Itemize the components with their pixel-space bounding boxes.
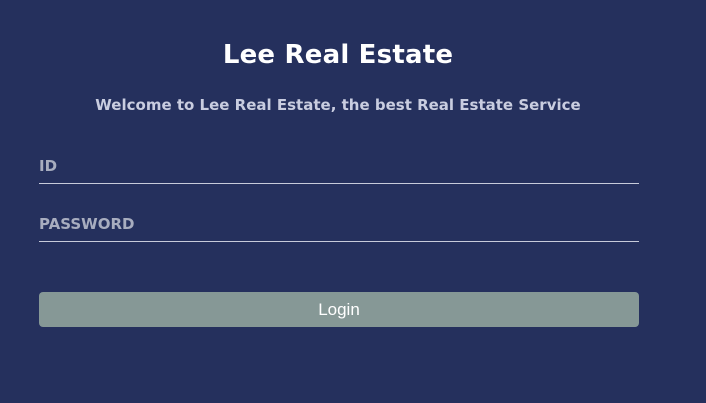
- page-title: Lee Real Estate: [222, 40, 454, 70]
- login-button[interactable]: Login: [39, 292, 639, 327]
- password-field-container: [39, 207, 639, 242]
- id-field-container: [39, 149, 639, 184]
- password-input[interactable]: [39, 207, 639, 241]
- login-page: Lee Real Estate Welcome to Lee Real Esta…: [0, 0, 706, 403]
- id-input[interactable]: [39, 149, 639, 183]
- welcome-subtitle: Welcome to Lee Real Estate, the best Rea…: [95, 96, 581, 114]
